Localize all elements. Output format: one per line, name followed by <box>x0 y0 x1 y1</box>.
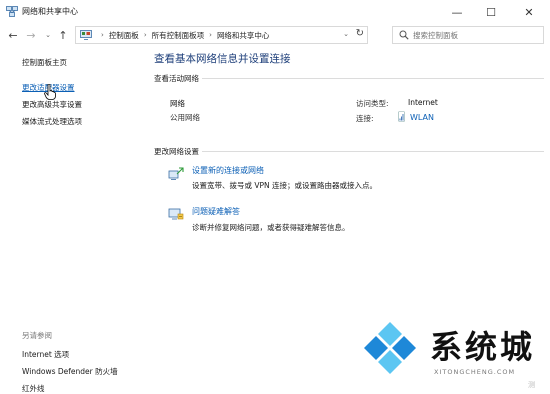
breadcrumb: › 控制面板 › 所有控制面板项 › 网络和共享中心 <box>96 30 269 41</box>
breadcrumb-separator[interactable]: › <box>144 31 147 39</box>
control-panel-icon <box>80 30 92 40</box>
page-title: 查看基本网络信息并设置连接 <box>154 53 291 65</box>
change-settings-heading: 更改网络设置 <box>154 147 199 156</box>
up-button[interactable]: ↑ <box>56 27 70 43</box>
setup-new-connection-link[interactable]: 设置新的连接或网络 <box>192 165 264 176</box>
active-networks-heading: 查看活动网络 <box>154 74 199 83</box>
window-title: 网络和共享中心 <box>22 7 78 16</box>
forward-button[interactable]: → <box>24 27 38 43</box>
troubleshoot-problems-description: 诊断并修复网络问题，或者获得疑难解答信息。 <box>192 223 350 232</box>
search-box[interactable] <box>392 26 544 44</box>
network-name: 网络 <box>170 99 185 108</box>
refresh-icon[interactable]: ↻ <box>356 28 364 39</box>
watermark-url: XITONGCHENG.COM <box>434 368 516 376</box>
sidebar-item-control-panel-home[interactable]: 控制面板主页 <box>22 57 67 68</box>
breadcrumb-separator: › <box>101 31 104 39</box>
back-button[interactable]: ← <box>6 27 20 43</box>
address-bar[interactable]: › 控制面板 › 所有控制面板项 › 网络和共享中心 ⌄ ↻ <box>75 26 368 44</box>
close-button[interactable]: ✕ <box>508 0 550 24</box>
recent-locations-button[interactable]: ⌄ <box>41 27 55 43</box>
divider <box>202 151 544 152</box>
maximize-button[interactable]: ☐ <box>474 0 508 24</box>
divider <box>202 78 544 79</box>
troubleshoot-problems-link[interactable]: 问题疑难解答 <box>192 206 240 217</box>
minimize-button[interactable]: — <box>440 0 474 24</box>
troubleshoot-icon <box>168 208 184 220</box>
wifi-signal-icon <box>398 111 405 122</box>
hand-cursor-icon <box>44 84 56 100</box>
title-bar: 网络和共享中心 — ☐ ✕ <box>0 0 550 24</box>
sidebar-item-media-streaming[interactable]: 媒体流式处理选项 <box>22 116 82 127</box>
see-also-internet-options[interactable]: Internet 选项 <box>22 349 69 360</box>
breadcrumb-network-center[interactable]: 网络和共享中心 <box>217 30 270 41</box>
access-type-value: Internet <box>408 98 438 107</box>
new-connection-icon <box>168 167 184 180</box>
breadcrumb-control-panel[interactable]: 控制面板 <box>109 30 139 41</box>
connection-label: 连接: <box>356 114 374 123</box>
address-row: ← → ⌄ ↑ › 控制面板 › 所有控制面板项 › 网络和共享中心 ⌄ ↻ <box>0 24 550 46</box>
watermark: 系统城 XITONGCHENG.COM <box>360 318 550 394</box>
breadcrumb-all-items[interactable]: 所有控制面板项 <box>152 30 205 41</box>
sidebar: 控制面板主页 更改适配器设置 更改高级共享设置 媒体流式处理选项 另请参阅 In… <box>0 46 142 394</box>
breadcrumb-separator[interactable]: › <box>209 31 212 39</box>
chevron-down-icon[interactable]: ⌄ <box>343 30 349 38</box>
access-type-label: 访问类型: <box>356 99 389 108</box>
setup-new-connection-description: 设置宽带、拨号或 VPN 连接；或设置路由器或接入点。 <box>192 181 378 190</box>
watermark-corner-text: 测 <box>528 381 535 389</box>
see-also-defender-firewall[interactable]: Windows Defender 防火墙 <box>22 366 118 377</box>
network-center-icon <box>6 6 18 17</box>
search-icon <box>399 30 409 40</box>
see-also-infrared[interactable]: 红外线 <box>22 383 45 394</box>
search-input[interactable] <box>413 29 538 41</box>
network-type-link[interactable]: 公用网络 <box>170 112 200 123</box>
sidebar-item-advanced-sharing[interactable]: 更改高级共享设置 <box>22 99 82 110</box>
wlan-connection-link[interactable]: WLAN <box>410 113 434 122</box>
watermark-logo-icon <box>364 322 416 374</box>
see-also-heading: 另请参阅 <box>22 331 52 340</box>
watermark-brand: 系统城 <box>430 328 536 366</box>
